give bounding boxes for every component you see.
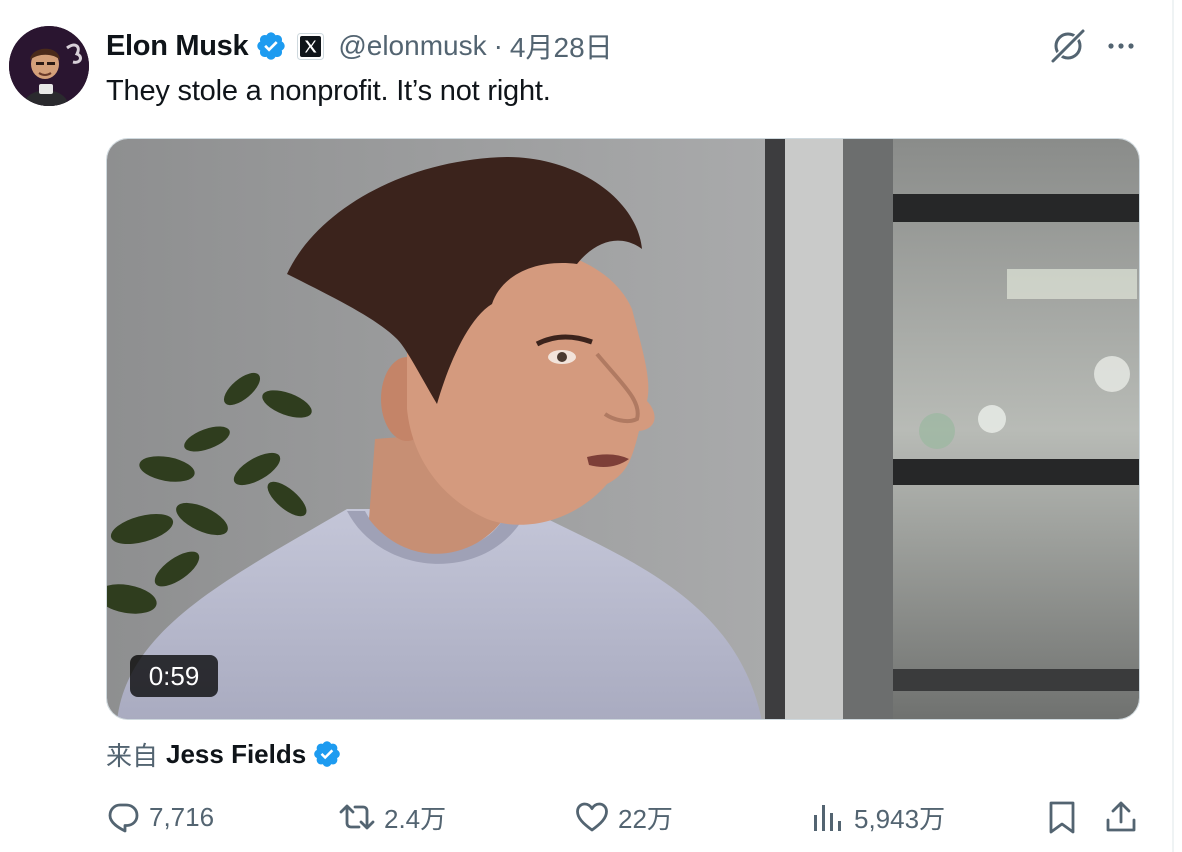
view-count: 5,943万 bbox=[854, 803, 946, 834]
reply-count: 7,716 bbox=[149, 801, 215, 832]
video-duration-badge: 0:59 bbox=[130, 655, 218, 697]
retweet-button[interactable]: 2.4万 bbox=[338, 795, 446, 839]
separator-dot: · bbox=[493, 30, 503, 61]
like-icon bbox=[576, 802, 608, 832]
video-attribution: 来自 Jess Fields bbox=[106, 735, 342, 773]
views-button[interactable]: 5,943万 bbox=[810, 795, 945, 839]
attribution-prefix: 来自 bbox=[106, 740, 159, 771]
x-logo-icon[interactable] bbox=[297, 32, 325, 60]
verified-badge-icon[interactable] bbox=[255, 30, 287, 62]
like-button[interactable]: 22万 bbox=[574, 795, 673, 839]
reply-icon bbox=[108, 803, 139, 833]
author-name[interactable]: Elon Musk bbox=[106, 30, 249, 63]
attribution-name[interactable]: Jess Fields bbox=[166, 739, 306, 770]
like-count: 22万 bbox=[618, 803, 673, 834]
video-frame bbox=[107, 139, 1139, 719]
retweet-icon bbox=[339, 804, 375, 830]
views-icon bbox=[814, 805, 841, 831]
reply-button[interactable]: 7,716 bbox=[105, 795, 214, 839]
bookmark-icon bbox=[1049, 801, 1075, 834]
more-icon[interactable] bbox=[1103, 28, 1139, 64]
video-player[interactable] bbox=[106, 138, 1140, 720]
tweet-text: They stole a nonprofit. It’s not right. bbox=[106, 75, 551, 107]
avatar[interactable] bbox=[9, 26, 89, 106]
share-button[interactable] bbox=[1103, 795, 1139, 839]
grok-icon[interactable] bbox=[1048, 26, 1088, 66]
author-handle[interactable]: @elonmusk bbox=[338, 30, 486, 62]
tweet-header: Elon Musk @elonmusk · 4月28日 bbox=[106, 28, 613, 64]
retweet-count: 2.4万 bbox=[384, 803, 447, 834]
tweet-date[interactable]: 4月28日 bbox=[510, 26, 613, 66]
share-icon bbox=[1106, 801, 1136, 832]
verified-badge-icon bbox=[312, 739, 342, 769]
bookmark-button[interactable] bbox=[1044, 795, 1080, 839]
column-border bbox=[1172, 0, 1174, 852]
